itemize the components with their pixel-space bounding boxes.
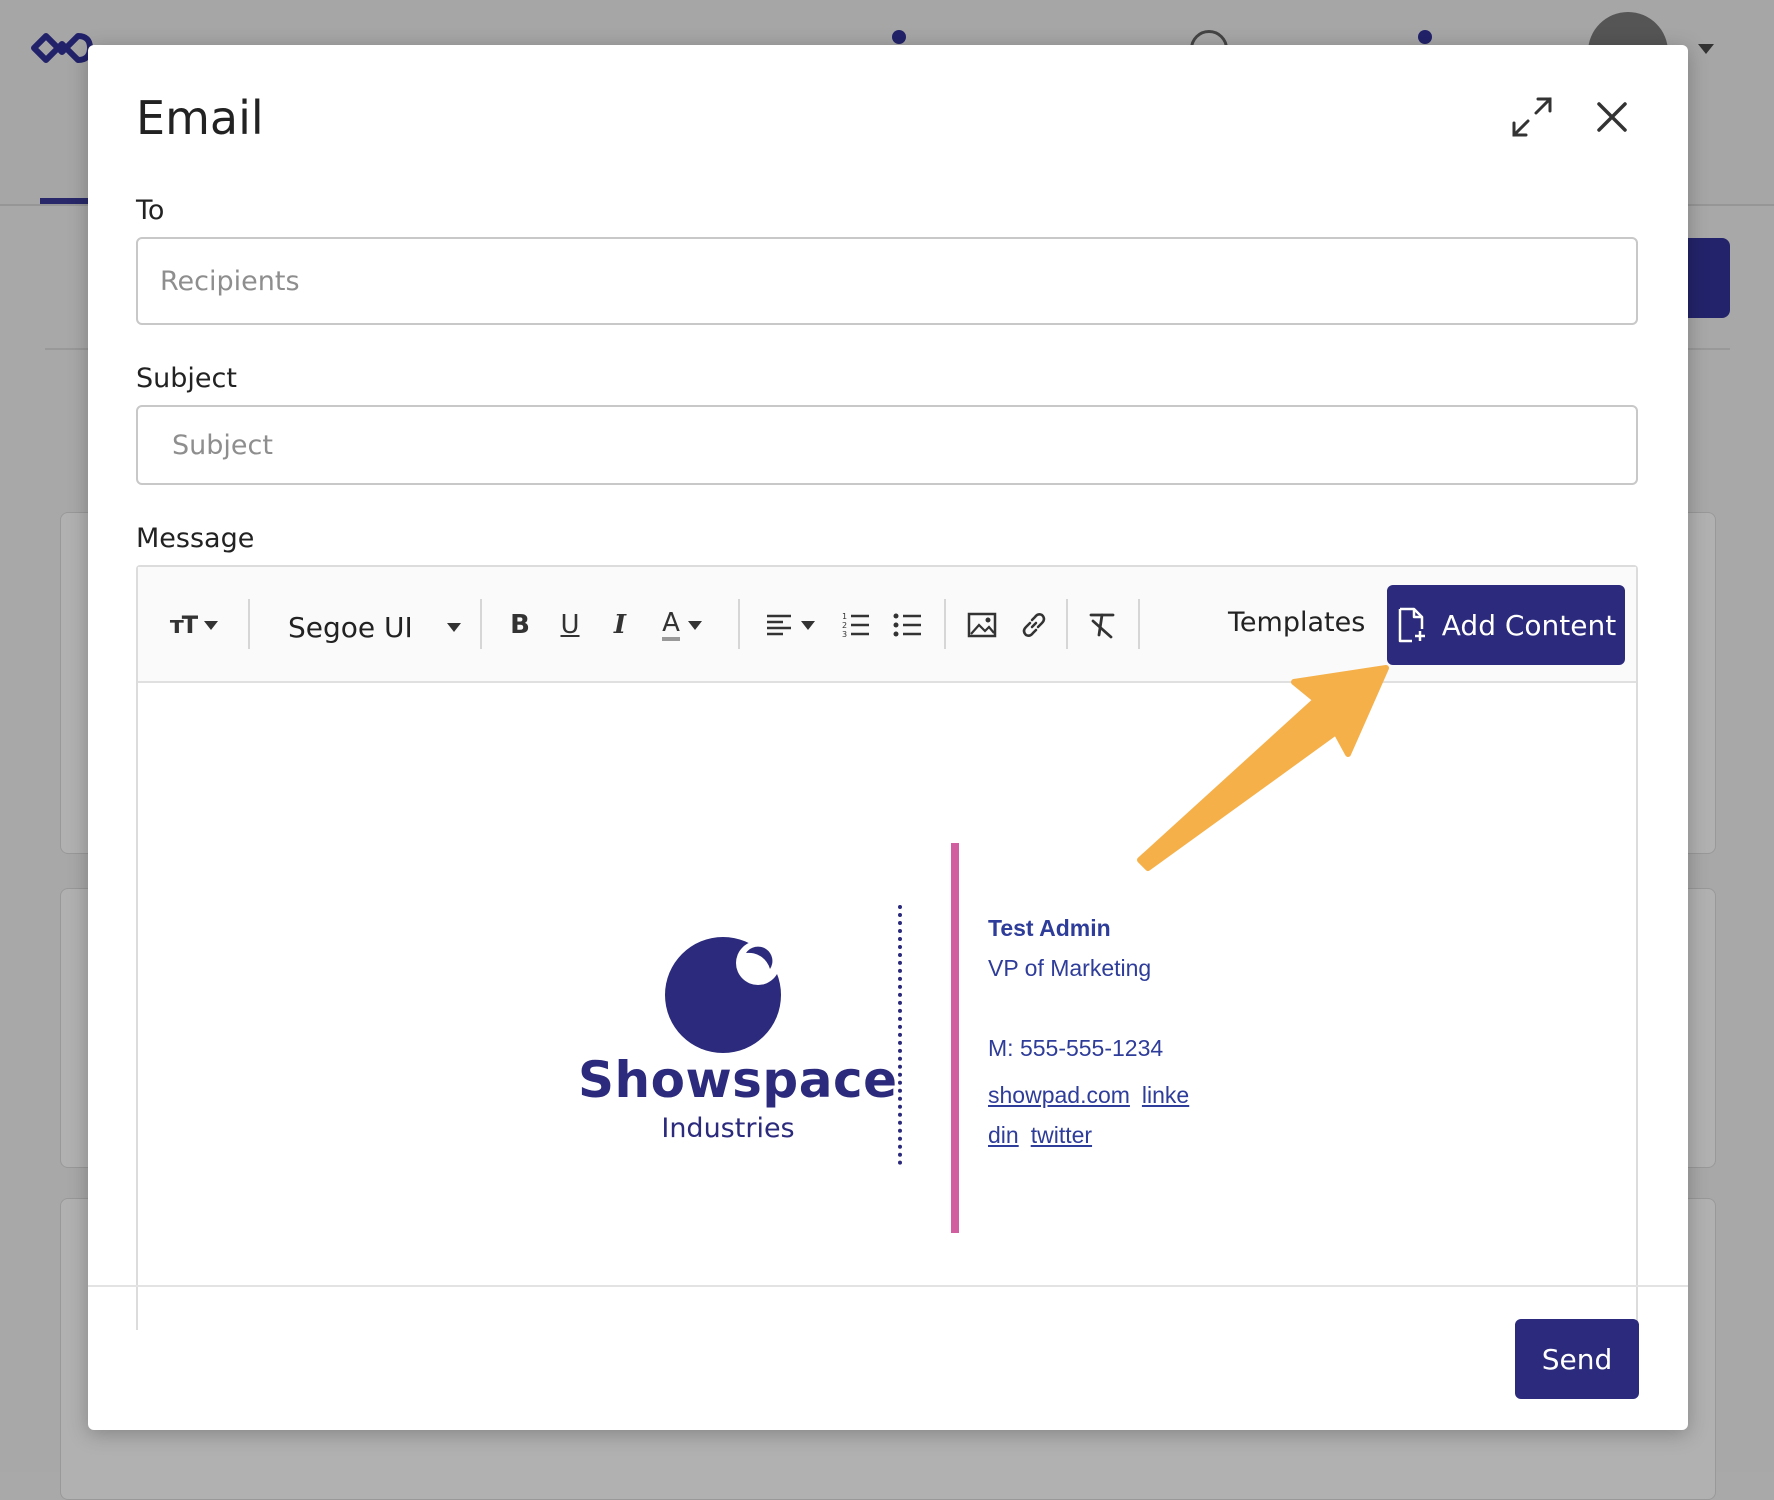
- unordered-list-icon: [893, 613, 921, 637]
- templates-button[interactable]: Templates: [1228, 607, 1365, 638]
- underline-icon: U: [560, 610, 580, 640]
- font-family-value: Segoe UI: [288, 610, 413, 644]
- editor-toolbar: тT Segoe UI B U I A 1 2 3 Templates Add …: [138, 567, 1636, 683]
- add-content-button[interactable]: Add Content: [1387, 585, 1625, 665]
- notification-dot-icon: [892, 30, 906, 44]
- svg-text:2: 2: [842, 621, 847, 630]
- toolbar-divider: [1066, 599, 1068, 649]
- modal-title: Email: [136, 91, 264, 145]
- toolbar-divider: [248, 599, 250, 649]
- chevron-down-icon: [1698, 44, 1714, 54]
- signature-link-twitter[interactable]: twitter: [1031, 1122, 1092, 1148]
- toolbar-divider: [738, 599, 740, 649]
- add-document-icon: [1398, 607, 1425, 643]
- svg-text:1: 1: [842, 612, 847, 621]
- toolbar-divider: [1138, 599, 1140, 649]
- signature-accent-bar: [951, 843, 959, 1233]
- clear-format-icon: [1089, 613, 1115, 639]
- modal-footer-divider: [88, 1285, 1688, 1287]
- message-label: Message: [136, 523, 255, 554]
- italic-button[interactable]: I: [600, 601, 640, 649]
- align-icon: [767, 614, 791, 636]
- insert-image-button[interactable]: [962, 601, 1002, 649]
- signature-dotted-divider: [898, 905, 902, 1165]
- notification-dot-icon: [1418, 30, 1432, 44]
- expand-icon[interactable]: [1510, 95, 1554, 139]
- bold-button[interactable]: B: [500, 601, 540, 649]
- signature-company: Showspace: [578, 1051, 898, 1109]
- align-button[interactable]: [758, 601, 822, 649]
- signature-link-website[interactable]: showpad.com: [988, 1082, 1130, 1108]
- signature-role: VP of Marketing: [988, 955, 1152, 981]
- image-icon: [967, 612, 997, 638]
- font-family-select[interactable]: Segoe UI: [288, 603, 461, 651]
- subject-label: Subject: [136, 363, 237, 394]
- message-editor: тT Segoe UI B U I A 1 2 3 Templates Add …: [136, 565, 1638, 1332]
- chevron-down-icon: [446, 622, 461, 632]
- chevron-down-icon: [687, 620, 702, 630]
- email-modal: Email To Subject Message тT Segoe UI: [88, 45, 1688, 1430]
- close-icon[interactable]: [1594, 99, 1630, 135]
- message-body[interactable]: Showspace Industries Test Admin VP of Ma…: [138, 683, 1636, 1332]
- add-content-label: Add Content: [1441, 608, 1617, 642]
- signature-links: showpad.com linke din twitter: [988, 1075, 1228, 1155]
- signature-phone: M: 555-555-1234: [988, 1035, 1164, 1061]
- font-color-button[interactable]: A: [650, 601, 714, 649]
- text-size-button[interactable]: тT: [164, 601, 224, 649]
- signature-link-linkedin[interactable]: linke: [1142, 1082, 1189, 1108]
- toolbar-divider: [944, 599, 946, 649]
- insert-link-button[interactable]: [1014, 601, 1054, 649]
- text-size-icon: тT: [169, 611, 198, 639]
- background-tab-indicator: [40, 198, 90, 204]
- ordered-list-button[interactable]: 123: [836, 601, 876, 649]
- ordered-list-icon: 123: [842, 612, 869, 638]
- unordered-list-button[interactable]: [888, 601, 928, 649]
- toolbar-divider: [480, 599, 482, 649]
- signature-link-linkedin[interactable]: din: [988, 1122, 1019, 1148]
- font-color-icon: A: [662, 609, 680, 641]
- svg-text:3: 3: [842, 630, 847, 638]
- bold-icon: B: [510, 610, 530, 640]
- chevron-down-icon: [801, 620, 815, 630]
- underline-button[interactable]: U: [550, 601, 590, 649]
- chevron-down-icon: [204, 620, 219, 630]
- to-label: To: [136, 195, 165, 226]
- recipients-input[interactable]: [136, 237, 1638, 325]
- app-logo-icon: [31, 33, 93, 63]
- signature-company-sub: Industries: [661, 1113, 795, 1144]
- subject-input[interactable]: [136, 405, 1638, 485]
- send-button[interactable]: Send: [1515, 1319, 1639, 1399]
- signature-name: Test Admin: [988, 915, 1111, 941]
- clear-format-button[interactable]: [1082, 601, 1122, 649]
- link-icon: [1022, 613, 1046, 637]
- italic-icon: I: [613, 610, 627, 640]
